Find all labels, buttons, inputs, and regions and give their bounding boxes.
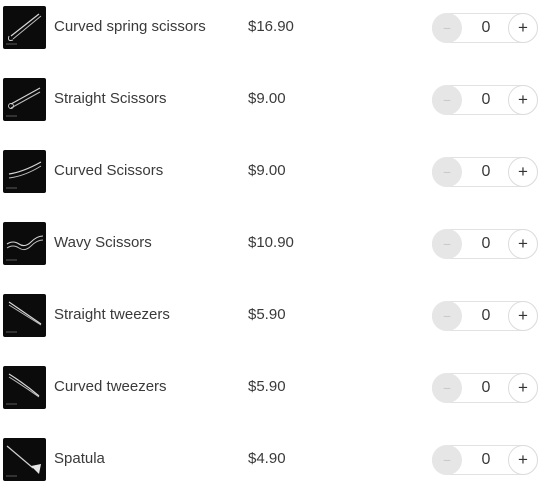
product-row: Curved tweezers $5.90 − 0 + xyxy=(0,364,552,412)
quantity-value[interactable]: 0 xyxy=(471,17,501,39)
product-name: Straight tweezers xyxy=(54,306,170,323)
quantity-stepper: − 0 + xyxy=(432,13,538,43)
increase-button[interactable]: + xyxy=(508,301,538,331)
increase-button[interactable]: + xyxy=(508,85,538,115)
product-name: Curved spring scissors xyxy=(54,18,206,35)
quantity-stepper: − 0 + xyxy=(432,445,538,475)
spring-scissors-icon xyxy=(3,6,46,49)
curved-scissors-icon xyxy=(3,150,46,193)
wavy-scissors-icon xyxy=(3,222,46,265)
quantity-stepper: − 0 + xyxy=(432,85,538,115)
product-name: Spatula xyxy=(54,450,105,467)
decrease-button[interactable]: − xyxy=(432,301,462,331)
decrease-button[interactable]: − xyxy=(432,373,462,403)
product-price: $16.90 xyxy=(248,18,294,35)
quantity-value[interactable]: 0 xyxy=(471,161,501,183)
product-row: Spatula $4.90 − 0 + xyxy=(0,436,552,484)
quantity-value[interactable]: 0 xyxy=(471,233,501,255)
product-name: Curved Scissors xyxy=(54,162,164,179)
product-row: Straight Scissors $9.00 − 0 + xyxy=(0,76,552,124)
spatula-icon xyxy=(3,438,46,481)
increase-button[interactable]: + xyxy=(508,157,538,187)
product-price: $9.00 xyxy=(248,162,286,179)
quantity-stepper: − 0 + xyxy=(432,301,538,331)
quantity-stepper: − 0 + xyxy=(432,373,538,403)
product-row: Curved spring scissors $16.90 − 0 + xyxy=(0,4,552,52)
increase-button[interactable]: + xyxy=(508,13,538,43)
quantity-value[interactable]: 0 xyxy=(471,377,501,399)
decrease-button[interactable]: − xyxy=(432,13,462,43)
decrease-button[interactable]: − xyxy=(432,229,462,259)
product-name: Curved tweezers xyxy=(54,378,167,395)
product-price: $9.00 xyxy=(248,90,286,107)
product-price: $4.90 xyxy=(248,450,286,467)
increase-button[interactable]: + xyxy=(508,229,538,259)
curved-tweezers-icon xyxy=(3,366,46,409)
increase-button[interactable]: + xyxy=(508,373,538,403)
decrease-button[interactable]: − xyxy=(432,85,462,115)
quantity-value[interactable]: 0 xyxy=(471,89,501,111)
product-name: Straight Scissors xyxy=(54,90,167,107)
product-row: Straight tweezers $5.90 − 0 + xyxy=(0,292,552,340)
quantity-value[interactable]: 0 xyxy=(471,305,501,327)
product-row: Curved Scissors $9.00 − 0 + xyxy=(0,148,552,196)
product-price: $10.90 xyxy=(248,234,294,251)
quantity-value[interactable]: 0 xyxy=(471,449,501,471)
straight-scissors-icon xyxy=(3,78,46,121)
quantity-stepper: − 0 + xyxy=(432,229,538,259)
straight-tweezers-icon xyxy=(3,294,46,337)
decrease-button[interactable]: − xyxy=(432,445,462,475)
product-row: Wavy Scissors $10.90 − 0 + xyxy=(0,220,552,268)
product-price: $5.90 xyxy=(248,378,286,395)
product-price: $5.90 xyxy=(248,306,286,323)
decrease-button[interactable]: − xyxy=(432,157,462,187)
increase-button[interactable]: + xyxy=(508,445,538,475)
quantity-stepper: − 0 + xyxy=(432,157,538,187)
product-name: Wavy Scissors xyxy=(54,234,152,251)
